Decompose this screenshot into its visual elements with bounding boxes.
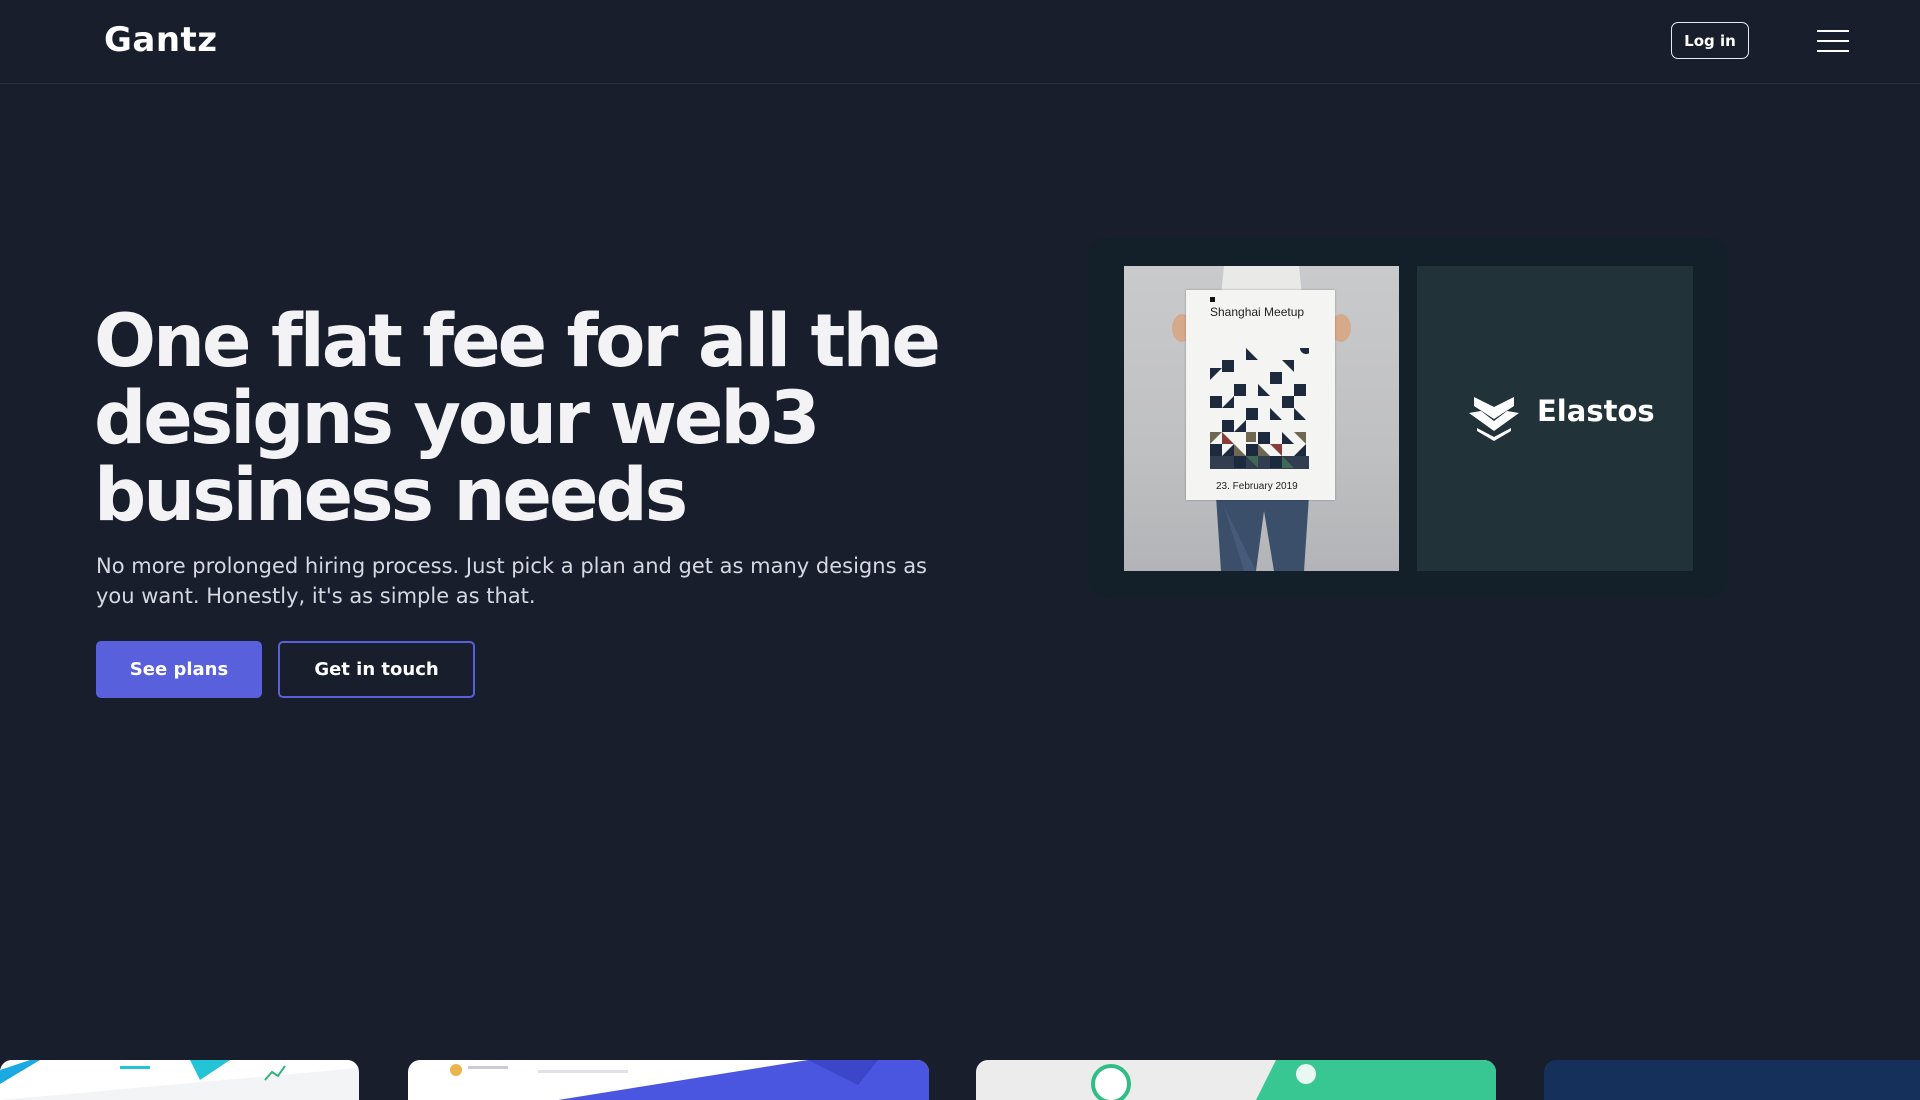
wallet-app-preview-image bbox=[1091, 1060, 1496, 1100]
see-plans-button[interactable]: See plans bbox=[96, 641, 262, 698]
elastos-project-card[interactable]: Elastos bbox=[1417, 266, 1693, 571]
poster-title: Shanghai Meetup bbox=[1210, 305, 1305, 319]
site-logo[interactable]: Gantz bbox=[104, 20, 218, 60]
hero-headline: One flat fee for all the designs your we… bbox=[94, 299, 941, 538]
geometric-pattern-image bbox=[1210, 348, 1309, 469]
carousel-card-wallet[interactable] bbox=[976, 1060, 1496, 1100]
dex-dashboard-preview-image bbox=[0, 1060, 359, 1100]
get-in-touch-button[interactable]: Get in touch bbox=[278, 641, 475, 698]
elastos-logo-icon bbox=[1469, 397, 1519, 441]
poster-brand-mark bbox=[1210, 297, 1215, 302]
poster-date: 23. February 2019 bbox=[1216, 481, 1298, 492]
dashboard-preview-image bbox=[450, 1060, 929, 1100]
carousel-card-dex[interactable] bbox=[0, 1060, 359, 1100]
elastos-brand-name: Elastos bbox=[1537, 394, 1655, 428]
poster-sheet: Shanghai Meetup 23. February 2019 bbox=[1186, 290, 1335, 500]
hamburger-menu-icon[interactable] bbox=[1817, 28, 1849, 54]
top-navigation: Gantz Log in bbox=[0, 0, 1920, 84]
login-button[interactable]: Log in bbox=[1671, 22, 1749, 59]
poster-project-card[interactable]: Shanghai Meetup 23. February 2019 bbox=[1124, 266, 1399, 571]
carousel-card-dark[interactable] bbox=[1544, 1060, 1920, 1100]
hero-subtext: No more prolonged hiring process. Just p… bbox=[96, 554, 927, 608]
carousel-card-dashboard[interactable] bbox=[408, 1060, 929, 1100]
